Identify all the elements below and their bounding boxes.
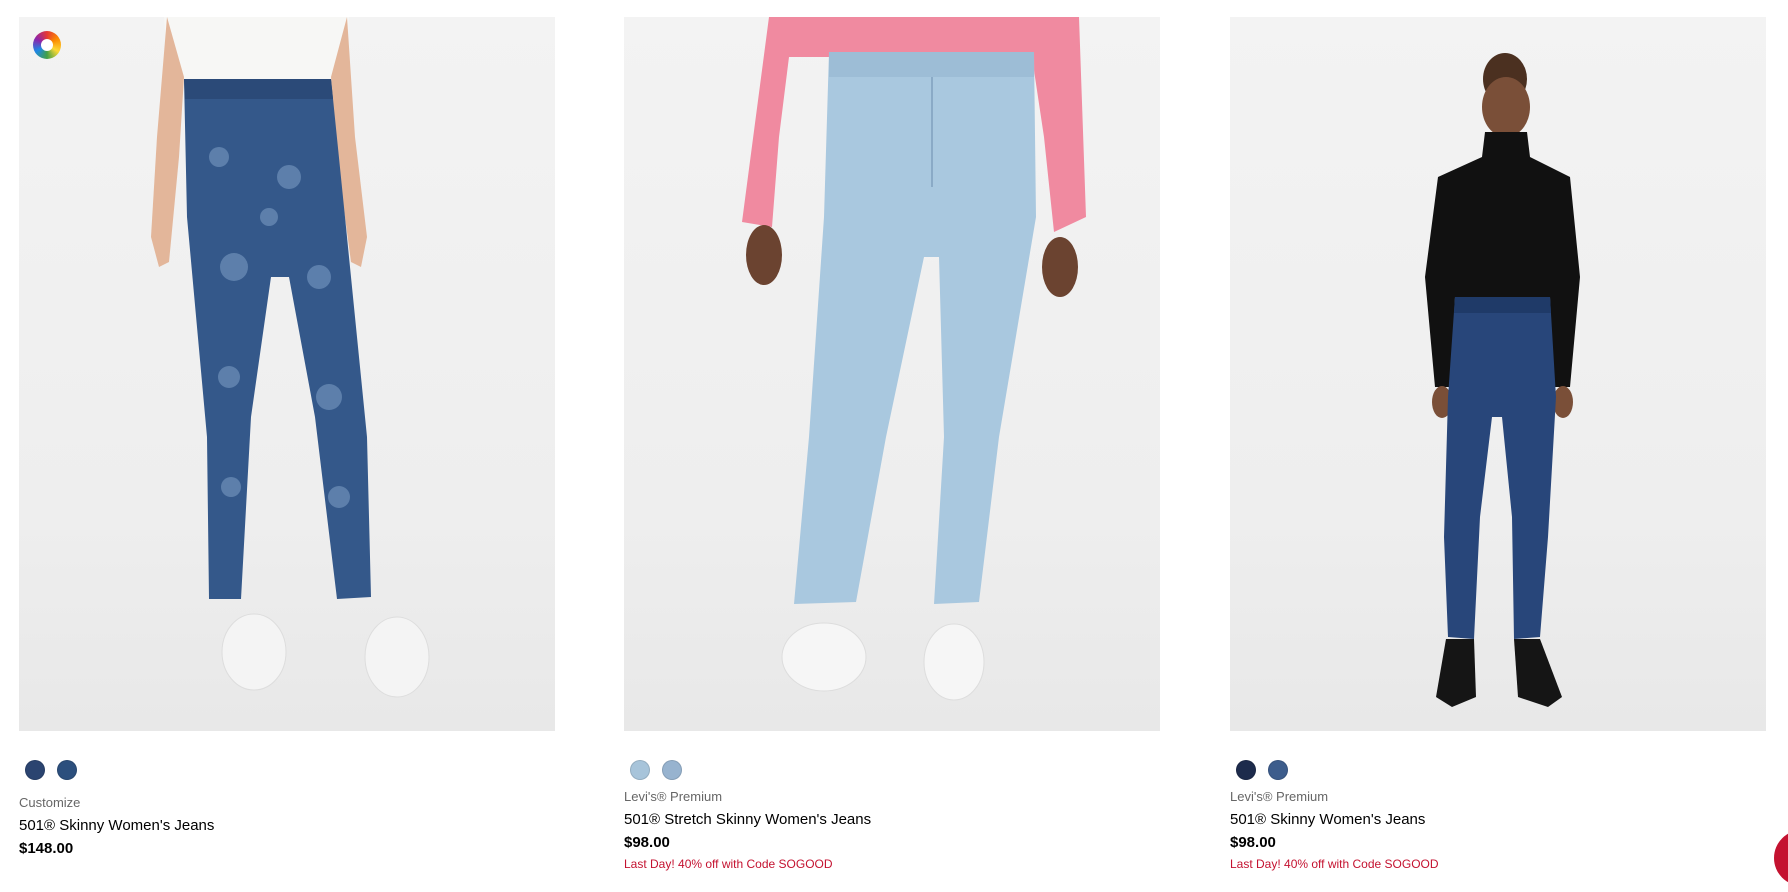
product-image[interactable] (1230, 17, 1766, 731)
product-brand: Customize (19, 795, 81, 810)
product-price: $98.00 (624, 834, 670, 851)
color-swatch[interactable] (1268, 760, 1288, 780)
product-card[interactable]: Customize 501® Skinny Women's Jeans $148… (19, 17, 555, 859)
color-swatches (1230, 760, 1766, 782)
color-swatch[interactable] (57, 760, 77, 780)
color-swatches (624, 760, 1160, 782)
color-swatch[interactable] (662, 760, 682, 780)
customize-color-wheel-icon[interactable] (33, 31, 61, 59)
color-swatch[interactable] (25, 760, 45, 780)
product-photo-dark-wash-jeans (1425, 53, 1580, 707)
product-card[interactable]: Levi's® Premium 501® Stretch Skinny Wome… (624, 17, 1160, 873)
chat-button[interactable] (1774, 830, 1788, 886)
product-brand: Levi's® Premium (624, 789, 723, 804)
promo-text: Last Day! 40% off with Code SOGOOD (1230, 857, 1439, 871)
product-image[interactable] (19, 17, 555, 731)
color-swatch[interactable] (630, 760, 650, 780)
product-photo-light-wash-jeans (742, 17, 1086, 701)
product-title[interactable]: 501® Stretch Skinny Women's Jeans (624, 810, 1160, 830)
product-image[interactable] (624, 17, 1160, 731)
product-title[interactable]: 501® Skinny Women's Jeans (19, 816, 555, 836)
promo-text: Last Day! 40% off with Code SOGOOD (624, 857, 833, 871)
color-swatches (19, 760, 555, 782)
product-photo-paisley-jeans (151, 17, 430, 698)
product-title[interactable]: 501® Skinny Women's Jeans (1230, 810, 1766, 830)
product-price: $98.00 (1230, 834, 1276, 851)
color-swatch[interactable] (1236, 760, 1256, 780)
product-brand: Levi's® Premium (1230, 789, 1329, 804)
product-card[interactable]: Levi's® Premium 501® Skinny Women's Jean… (1230, 17, 1766, 873)
product-price: $148.00 (19, 840, 74, 857)
